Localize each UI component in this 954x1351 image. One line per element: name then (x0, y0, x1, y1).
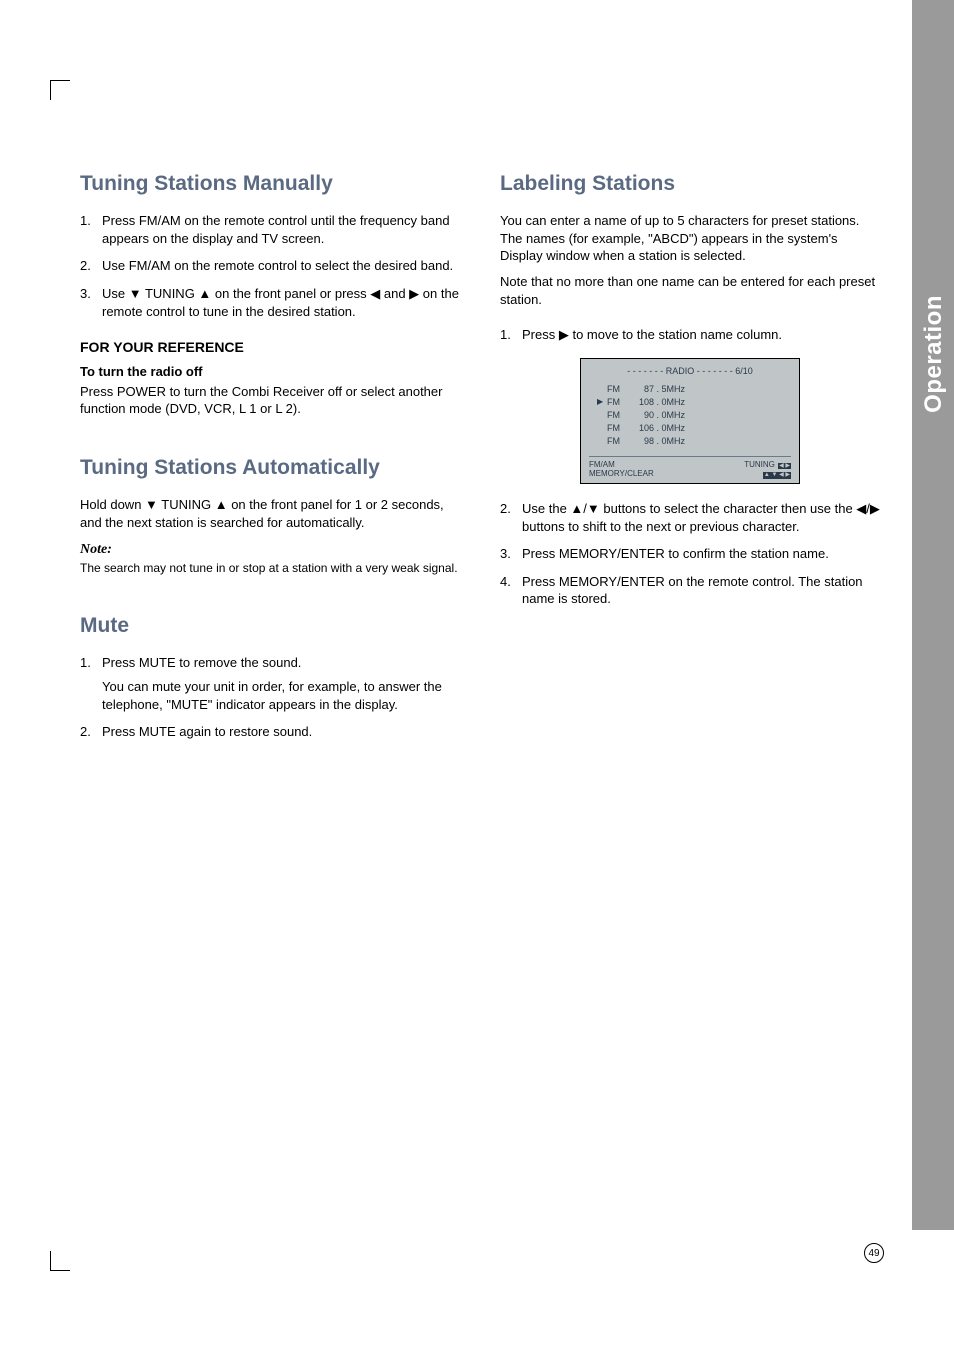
osd-row: FM 98 . 0MHz (597, 435, 783, 448)
arrows-icon: ▲ ▼ ◀ ▶ (763, 472, 791, 479)
step-number: 3. (80, 285, 102, 320)
side-tab (912, 0, 954, 1230)
osd-row: FM 106 . 0MHz (597, 422, 783, 435)
heading-reference: FOR YOUR REFERENCE (80, 338, 460, 357)
heading-mute: Mute (80, 612, 460, 640)
subheading-radio-off: To turn the radio off (80, 363, 460, 381)
osd-row: ▶ FM 108 . 0MHz (597, 396, 783, 409)
labeling-intro-2: Note that no more than one name can be e… (500, 273, 880, 308)
step-text: Use the ▲/▼ buttons to select the charac… (522, 500, 880, 535)
auto-body: Hold down ▼ TUNING ▲ on the front panel … (80, 496, 460, 531)
labeling-steps-list: 1.Press ▶ to move to the station name co… (500, 326, 880, 344)
reference-body: Press POWER to turn the Combi Receiver o… (80, 383, 460, 418)
step-number: 2. (500, 500, 522, 535)
step-text: Use FM/AM on the remote control to selec… (102, 257, 460, 275)
page-number: 49 (864, 1243, 884, 1263)
step-text: Press FM/AM on the remote control until … (102, 212, 460, 247)
osd-row: FM 90 . 0MHz (597, 409, 783, 422)
mute-steps-list: 1. Press MUTE to remove the sound. You c… (80, 654, 460, 740)
step-text: Press ▶ to move to the station name colu… (522, 326, 880, 344)
osd-freq: 108 . 0MHz (629, 396, 689, 408)
heading-tuning-manual: Tuning Stations Manually (80, 170, 460, 198)
osd-freq: 87 . 5MHz (629, 383, 689, 395)
labeling-steps-list-cont: 2.Use the ▲/▼ buttons to select the char… (500, 500, 880, 608)
osd-title: - - - - - - - RADIO - - - - - - - 6/10 (589, 365, 791, 377)
step-text: Press MEMORY/ENTER to confirm the statio… (522, 545, 880, 563)
osd-footer-fmam: FM/AM (589, 460, 654, 470)
osd-footer: FM/AM MEMORY/CLEAR TUNING ◀ ▶ ▲ ▼ ◀ ▶ (589, 456, 791, 479)
step-number: 3. (500, 545, 522, 563)
step-number: 2. (80, 257, 102, 275)
step-number: 1. (80, 212, 102, 247)
osd-row: FM 87 . 5MHz (597, 383, 783, 396)
osd-footer-tuning: TUNING ◀ ▶ (744, 460, 791, 470)
osd-band: FM (607, 422, 629, 434)
step-number: 1. (500, 326, 522, 344)
osd-freq: 98 . 0MHz (629, 435, 689, 447)
osd-rows: FM 87 . 5MHz ▶ FM 108 . 0MHz FM 90 . 0MH… (589, 383, 791, 452)
right-column: Labeling Stations You can enter a name o… (500, 170, 880, 751)
labeling-intro-1: You can enter a name of up to 5 characte… (500, 212, 880, 265)
step-text: Press MUTE to remove the sound. (102, 654, 460, 672)
left-column: Tuning Stations Manually 1.Press FM/AM o… (80, 170, 460, 751)
heading-tuning-auto: Tuning Stations Automatically (80, 454, 460, 482)
note-body: The search may not tune in or stop at a … (80, 560, 460, 576)
step-text: Use ▼ TUNING ▲ on the front panel or pre… (102, 285, 460, 320)
step-text-extra: You can mute your unit in order, for exa… (102, 678, 460, 713)
note-label: Note: (80, 541, 460, 560)
manual-steps-list: 1.Press FM/AM on the remote control unti… (80, 212, 460, 320)
crop-mark-bl (50, 1251, 70, 1271)
step-number: 4. (500, 573, 522, 608)
left-right-icon: ◀ ▶ (778, 463, 791, 470)
crop-mark-tl (50, 80, 70, 100)
step-number: 2. (80, 723, 102, 741)
osd-footer-memory: MEMORY/CLEAR (589, 469, 654, 479)
osd-freq: 106 . 0MHz (629, 422, 689, 434)
step-text: Press MUTE again to restore sound. (102, 723, 460, 741)
heading-labeling: Labeling Stations (500, 170, 880, 198)
osd-radio-panel: - - - - - - - RADIO - - - - - - - 6/10 F… (580, 358, 800, 484)
osd-band: FM (607, 409, 629, 421)
osd-band: FM (607, 396, 629, 408)
step-number: 1. (80, 654, 102, 713)
step-text: Press MEMORY/ENTER on the remote control… (522, 573, 880, 608)
osd-band: FM (607, 383, 629, 395)
osd-band: FM (607, 435, 629, 447)
osd-footer-arrows: ▲ ▼ ◀ ▶ (744, 469, 791, 479)
side-tab-label: Operation (920, 295, 948, 413)
osd-selected-icon: ▶ (597, 397, 607, 408)
osd-freq: 90 . 0MHz (629, 409, 689, 421)
